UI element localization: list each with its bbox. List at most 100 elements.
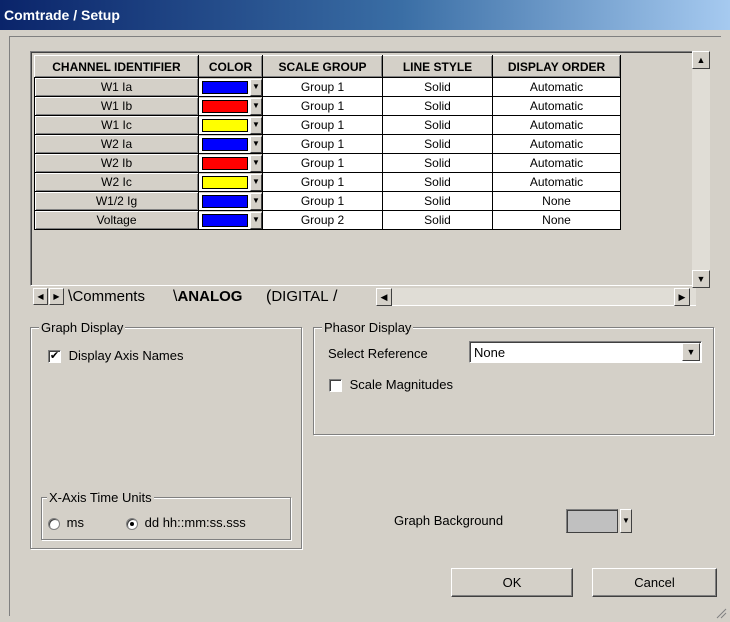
chevron-down-icon[interactable]: ▼ <box>250 211 262 229</box>
resize-grip-icon[interactable] <box>715 607 727 619</box>
scale-group-cell[interactable]: Group 1 <box>262 153 383 173</box>
line-style-cell[interactable]: Solid <box>382 134 493 154</box>
color-cell[interactable]: ▼ <box>198 153 263 173</box>
color-picker[interactable]: ▼ <box>199 135 262 153</box>
display-order-cell[interactable]: Automatic <box>492 115 621 135</box>
tab-prev-icon[interactable]: ◀ <box>33 288 48 305</box>
graph-background-picker[interactable]: ▼ <box>566 509 632 533</box>
line-style-cell[interactable]: Solid <box>382 96 493 116</box>
display-order-cell[interactable]: Automatic <box>492 172 621 192</box>
color-picker[interactable]: ▼ <box>199 192 262 210</box>
line-style-cell[interactable]: Solid <box>382 191 493 211</box>
display-order-cell[interactable]: Automatic <box>492 96 621 116</box>
scroll-up-button[interactable]: ▲ <box>692 51 710 69</box>
color-picker[interactable]: ▼ <box>199 78 262 96</box>
chevron-down-icon[interactable]: ▼ <box>250 78 262 96</box>
table-row[interactable]: W1 Ic ▼ Group 1 Solid Automatic <box>34 115 621 135</box>
color-picker[interactable]: ▼ <box>199 211 262 229</box>
dd-radio[interactable] <box>126 517 138 530</box>
scale-group-cell[interactable]: Group 1 <box>262 96 383 116</box>
color-cell[interactable]: ▼ <box>198 191 263 211</box>
table-row[interactable]: W1 Ib ▼ Group 1 Solid Automatic <box>34 96 621 116</box>
tab-comments[interactable]: \Comments <box>68 288 145 307</box>
scale-magnitudes-row[interactable]: Scale Magnitudes <box>329 377 453 393</box>
time-unit-ms-option[interactable]: ms <box>48 515 84 530</box>
table-row[interactable]: W2 Ia ▼ Group 1 Solid Automatic <box>34 134 621 154</box>
header-channel-identifier[interactable]: CHANNEL IDENTIFIER <box>34 55 199 78</box>
display-axis-names-checkbox[interactable]: ✔ <box>48 350 61 364</box>
scale-group-cell[interactable]: Group 1 <box>262 134 383 154</box>
display-order-cell[interactable]: None <box>492 191 621 211</box>
display-order-cell[interactable]: Automatic <box>492 134 621 154</box>
color-cell[interactable]: ▼ <box>198 172 263 192</box>
display-axis-names-row[interactable]: ✔ Display Axis Names <box>48 348 184 364</box>
scale-group-cell[interactable]: Group 1 <box>262 172 383 192</box>
graph-background-swatch[interactable] <box>566 509 618 533</box>
scale-magnitudes-checkbox[interactable] <box>329 379 342 393</box>
color-picker[interactable]: ▼ <box>199 173 262 191</box>
tab-next-icon[interactable]: ▶ <box>49 288 64 305</box>
header-scale-group[interactable]: SCALE GROUP <box>262 55 383 78</box>
table-row[interactable]: W2 Ic ▼ Group 1 Solid Automatic <box>34 172 621 192</box>
phasor-display-legend: Phasor Display <box>322 320 414 335</box>
color-cell[interactable]: ▼ <box>198 77 263 97</box>
vertical-scrollbar[interactable]: ▲ ▼ <box>692 51 710 288</box>
channel-identifier-cell[interactable]: W1/2 Ig <box>34 191 199 211</box>
tab-analog[interactable]: \ANALOG <box>173 288 242 307</box>
chevron-down-icon[interactable]: ▼ <box>250 97 262 115</box>
ok-button[interactable]: OK <box>451 568 573 597</box>
line-style-cell[interactable]: Solid <box>382 153 493 173</box>
display-order-cell[interactable]: Automatic <box>492 77 621 97</box>
color-cell[interactable]: ▼ <box>198 115 263 135</box>
table-row[interactable]: W1/2 Ig ▼ Group 1 Solid None <box>34 191 621 211</box>
display-order-cell[interactable]: None <box>492 210 621 230</box>
table-row[interactable]: Voltage ▼ Group 2 Solid None <box>34 210 621 230</box>
select-reference-dropdown[interactable]: None ▼ <box>469 341 702 363</box>
chevron-down-icon[interactable]: ▼ <box>250 173 262 191</box>
chevron-down-icon[interactable]: ▼ <box>250 116 262 134</box>
channel-identifier-cell[interactable]: W1 Ic <box>34 115 199 135</box>
line-style-cell[interactable]: Solid <box>382 172 493 192</box>
channel-identifier-cell[interactable]: Voltage <box>34 210 199 230</box>
channel-identifier-cell[interactable]: W1 Ib <box>34 96 199 116</box>
scale-group-cell[interactable]: Group 1 <box>262 115 383 135</box>
color-picker[interactable]: ▼ <box>199 116 262 134</box>
cancel-button[interactable]: Cancel <box>592 568 717 597</box>
scale-group-cell[interactable]: Group 1 <box>262 77 383 97</box>
channel-identifier-cell[interactable]: W2 Ic <box>34 172 199 192</box>
chevron-down-icon[interactable]: ▼ <box>250 154 262 172</box>
chevron-down-icon[interactable]: ▼ <box>250 135 262 153</box>
color-cell[interactable]: ▼ <box>198 210 263 230</box>
header-line-style[interactable]: LINE STYLE <box>382 55 493 78</box>
channel-identifier-cell[interactable]: W1 Ia <box>34 77 199 97</box>
select-reference-value: None <box>474 345 506 360</box>
table-row[interactable]: W2 Ib ▼ Group 1 Solid Automatic <box>34 153 621 173</box>
tab-analog-label: ANALOG <box>177 288 243 305</box>
tab-digital[interactable]: (DIGITAL / <box>266 288 337 307</box>
line-style-cell[interactable]: Solid <box>382 77 493 97</box>
header-display-order[interactable]: DISPLAY ORDER <box>492 55 621 78</box>
channel-identifier-cell[interactable]: W2 Ia <box>34 134 199 154</box>
scroll-down-button[interactable]: ▼ <box>692 270 710 288</box>
time-unit-dd-option[interactable]: dd hh::mm:ss.sss <box>126 515 246 530</box>
scroll-left-button[interactable]: ◀ <box>376 288 392 306</box>
display-order-cell[interactable]: Automatic <box>492 153 621 173</box>
line-style-cell[interactable]: Solid <box>382 210 493 230</box>
chevron-down-icon[interactable]: ▼ <box>250 192 262 210</box>
header-color[interactable]: COLOR <box>198 55 263 78</box>
color-picker[interactable]: ▼ <box>199 154 262 172</box>
scale-group-cell[interactable]: Group 1 <box>262 191 383 211</box>
channel-identifier-cell[interactable]: W2 Ib <box>34 153 199 173</box>
color-picker[interactable]: ▼ <box>199 97 262 115</box>
scroll-right-button[interactable]: ▶ <box>674 288 690 306</box>
title-bar[interactable]: Comtrade / Setup <box>0 0 730 30</box>
chevron-down-icon[interactable]: ▼ <box>682 343 700 361</box>
horizontal-scrollbar[interactable]: ◀ ▶ <box>376 288 696 306</box>
table-row[interactable]: W1 Ia ▼ Group 1 Solid Automatic <box>34 77 621 97</box>
color-cell[interactable]: ▼ <box>198 134 263 154</box>
ms-radio[interactable] <box>48 517 60 530</box>
graph-background-dropdown-icon[interactable]: ▼ <box>620 509 632 533</box>
color-cell[interactable]: ▼ <box>198 96 263 116</box>
scale-group-cell[interactable]: Group 2 <box>262 210 383 230</box>
line-style-cell[interactable]: Solid <box>382 115 493 135</box>
